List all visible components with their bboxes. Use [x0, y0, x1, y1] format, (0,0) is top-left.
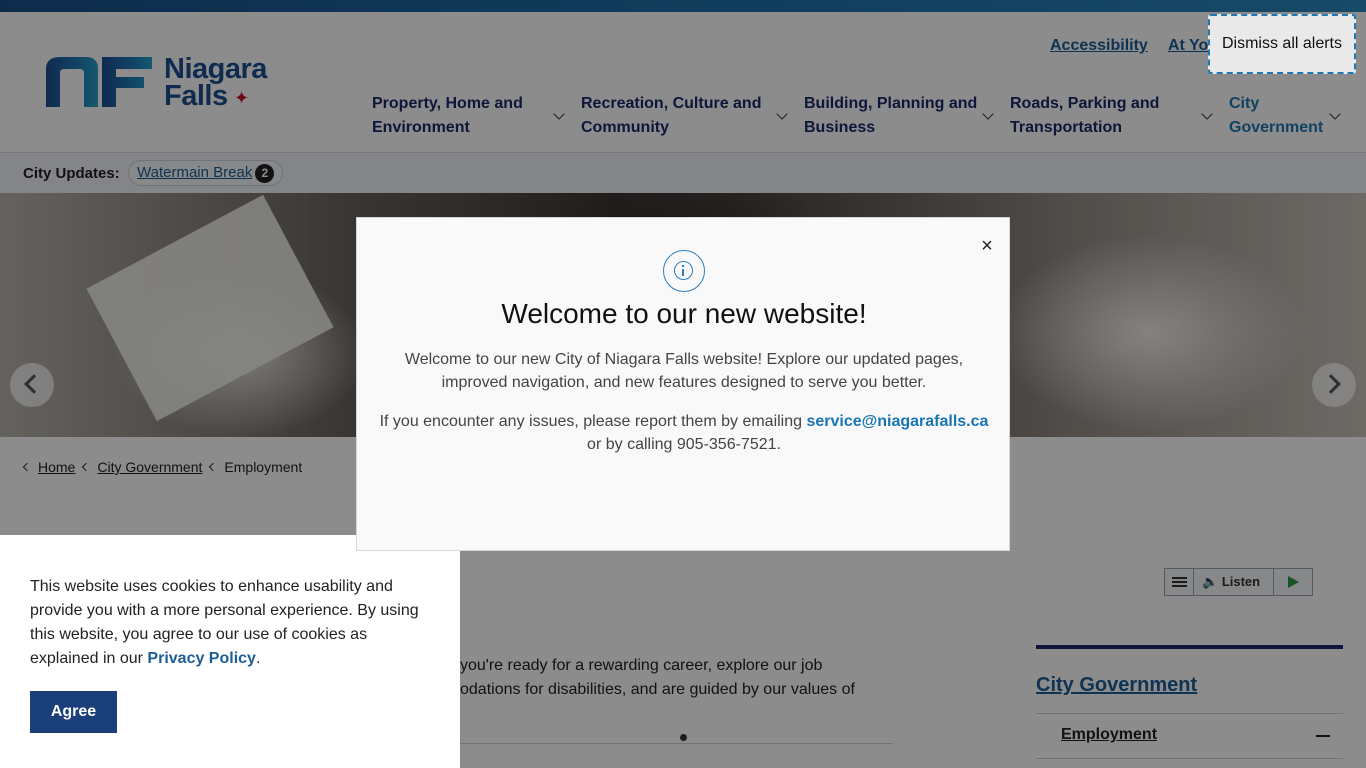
welcome-modal: × Welcome to our new website! Welcome to… [356, 217, 1010, 551]
cookie-consent-banner: This website uses cookies to enhance usa… [0, 535, 460, 768]
info-icon-dot [682, 265, 684, 267]
modal-title: Welcome to our new website! [501, 298, 867, 329]
cookie-period: . [255, 650, 261, 667]
service-email-link[interactable]: service@niagarafalls.ca [806, 413, 988, 430]
cookie-message: This website uses cookies to enhance usa… [30, 575, 440, 671]
privacy-policy-link[interactable]: Privacy Policy [147, 650, 256, 667]
modal-welcome-paragraph: Welcome to our new City of Niagara Falls… [404, 351, 964, 391]
close-icon[interactable]: × [975, 234, 999, 258]
dismiss-all-alerts-button[interactable]: Dismiss all alerts [1208, 14, 1356, 74]
info-icon-ring [674, 261, 693, 280]
agree-button[interactable]: Agree [30, 691, 117, 733]
info-icon [663, 250, 705, 292]
modal-contact-paragraph: If you encounter any issues, please repo… [367, 410, 1001, 456]
info-icon-bar [682, 269, 684, 276]
contact-text: If you encounter any issues, please repo… [379, 413, 807, 430]
contact-phone-text: or by calling 905-356-7521. [587, 436, 781, 453]
